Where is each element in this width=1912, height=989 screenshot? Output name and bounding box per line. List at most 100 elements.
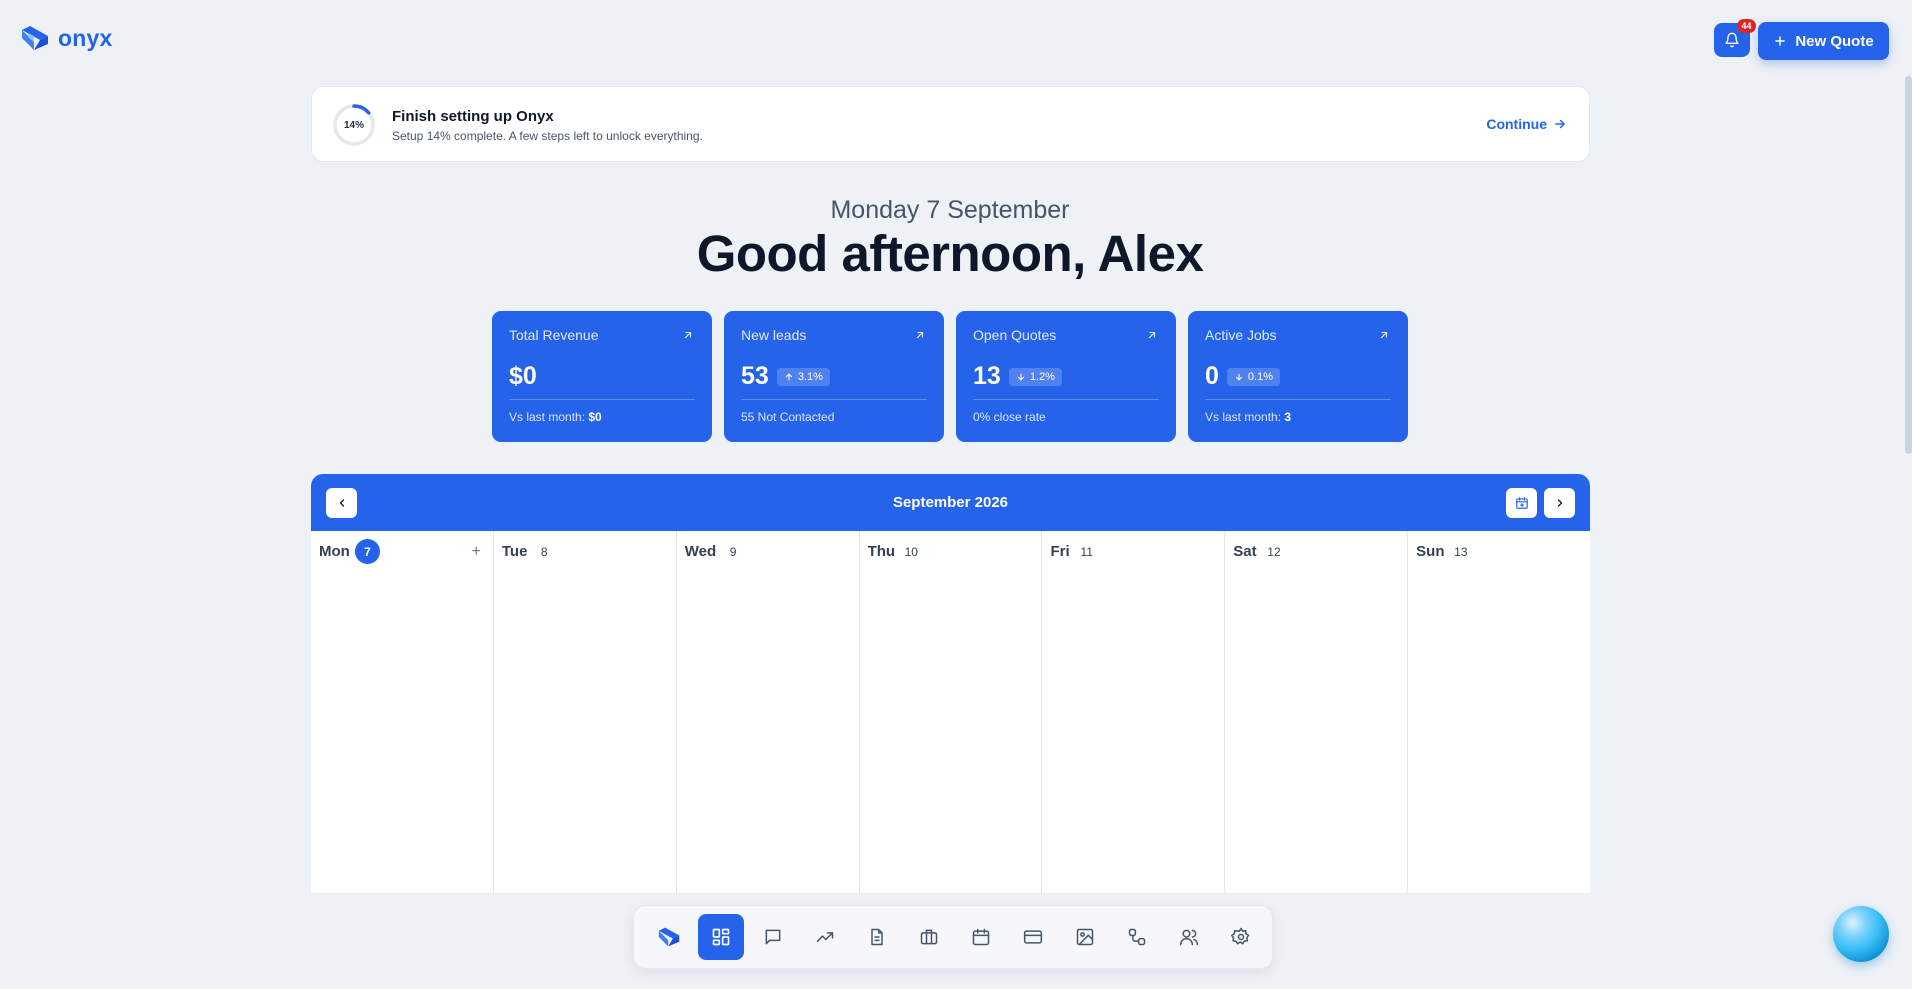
setup-percent: 14% xyxy=(343,119,364,131)
day-number: 10 xyxy=(904,545,918,559)
day-number: 8 xyxy=(540,545,548,559)
stat-change-badge: 1.2% xyxy=(1008,367,1062,386)
day-column-thu[interactable]: Thu 10 xyxy=(860,531,1043,893)
stat-value: $0 xyxy=(509,362,537,390)
assistant-orb-button[interactable] xyxy=(1833,906,1889,962)
stat-divider xyxy=(1205,399,1391,400)
stat-divider xyxy=(741,399,927,400)
pick-date-button[interactable] xyxy=(1506,488,1537,518)
greeting-headline: Good afternoon, Alex xyxy=(696,225,1204,282)
stat-card-new-leads[interactable]: New leads 53 3.1% 55 Not Contacted xyxy=(724,311,944,442)
stat-card-open-quotes[interactable]: Open Quotes 13 1.2% 0% close rate xyxy=(956,311,1176,442)
chevron-right-icon xyxy=(1557,499,1562,507)
dock-item-jobs[interactable] xyxy=(906,914,952,960)
calendar-header: September 2026 xyxy=(311,474,1590,531)
stat-label: Total Revenue xyxy=(509,327,599,343)
day-name: Tue xyxy=(501,543,528,560)
arrow-up-icon xyxy=(785,372,792,380)
continue-label: Continue xyxy=(1486,116,1547,132)
dock-item-team[interactable] xyxy=(1166,914,1212,960)
stat-card-active-jobs[interactable]: Active Jobs 0 0.1% Vs last month: 3 xyxy=(1188,311,1408,442)
new-quote-button[interactable]: New Quote xyxy=(1758,22,1889,60)
stat-label: Open Quotes xyxy=(973,327,1057,343)
logo-icon xyxy=(658,927,680,947)
stat-divider xyxy=(973,399,1159,400)
arrow-up-right-icon xyxy=(684,331,692,339)
today-date-badge: 7 xyxy=(355,539,380,564)
dock-item-analytics[interactable] xyxy=(802,914,848,960)
day-number: 13 xyxy=(1454,545,1468,559)
dock-item-workflows[interactable] xyxy=(1114,914,1160,960)
day-name: Fri xyxy=(1050,543,1070,560)
stat-footnote: Vs last month: $0 xyxy=(509,410,602,424)
image-icon xyxy=(1076,928,1094,946)
day-column-sat[interactable]: Sat 12 xyxy=(1225,531,1409,893)
chat-icon xyxy=(765,929,781,945)
stat-card-total-revenue[interactable]: Total Revenue $0 Vs last month: $0 xyxy=(492,311,712,442)
calendar-plus-icon xyxy=(1515,497,1528,509)
arrow-up-right-icon xyxy=(1148,331,1156,339)
dock-item-home[interactable] xyxy=(646,914,692,960)
plus-icon xyxy=(1775,36,1786,46)
day-column-mon[interactable]: Mon 7 + xyxy=(311,531,494,893)
stat-value: 53 xyxy=(741,362,769,390)
users-icon xyxy=(1179,929,1199,946)
day-name: Mon xyxy=(319,543,350,560)
dock-item-calendar[interactable] xyxy=(958,914,1004,960)
week-calendar: September 2026 Mon 7 + Tue 8 Wed 9 Thu 1… xyxy=(311,474,1590,893)
setup-progress-ring: 14% xyxy=(332,103,376,147)
day-column-fri[interactable]: Fri 11 xyxy=(1042,531,1226,893)
day-column-tue[interactable]: Tue 8 xyxy=(494,531,677,893)
arrow-right-icon xyxy=(1555,119,1565,129)
page-scrollbar[interactable] xyxy=(1905,76,1912,454)
new-quote-label: New Quote xyxy=(1795,32,1874,50)
briefcase-icon xyxy=(920,929,938,945)
stat-label: New leads xyxy=(741,327,807,343)
dock-item-documents[interactable] xyxy=(854,914,900,960)
day-column-sun[interactable]: Sun 13 xyxy=(1408,531,1590,893)
day-name: Wed xyxy=(684,543,717,560)
brand-name: onyx xyxy=(58,24,113,51)
calendar-month-title: September 2026 xyxy=(892,494,1009,511)
onyx-logo-icon xyxy=(22,26,48,50)
next-week-button[interactable] xyxy=(1544,488,1575,518)
day-name: Sun xyxy=(1416,543,1445,560)
calendar-icon xyxy=(972,928,990,946)
dock-item-messages[interactable] xyxy=(750,914,796,960)
app-logo[interactable]: onyx xyxy=(20,24,112,52)
stat-change-badge: 3.1% xyxy=(776,367,830,386)
bottom-dock xyxy=(633,905,1273,969)
notifications-button[interactable]: 44 xyxy=(1714,19,1756,57)
document-icon xyxy=(871,928,883,946)
add-event-button[interactable]: + xyxy=(472,543,481,561)
stat-change-badge: 0.1% xyxy=(1226,367,1280,386)
calendar-days: Mon 7 + Tue 8 Wed 9 Thu 10 Fri 11 Sat 12… xyxy=(311,531,1590,893)
arrow-up-right-icon xyxy=(1380,331,1388,339)
arrow-down-icon xyxy=(1017,373,1024,381)
dock-item-payments[interactable] xyxy=(1010,914,1056,960)
stat-divider xyxy=(509,399,695,400)
stats-row: Total Revenue $0 Vs last month: $0 New l… xyxy=(492,311,1408,442)
dock-item-dashboard[interactable] xyxy=(698,914,744,960)
bell-icon xyxy=(1725,32,1739,48)
dock-item-gallery[interactable] xyxy=(1062,914,1108,960)
arrow-down-icon xyxy=(1235,373,1242,381)
stat-value: 0 xyxy=(1205,362,1219,390)
arrow-up-right-icon xyxy=(916,331,924,339)
trending-icon xyxy=(816,932,834,942)
day-number: 12 xyxy=(1267,545,1281,559)
day-number: 11 xyxy=(1080,545,1093,559)
setup-title: Finish setting up Onyx xyxy=(392,108,554,125)
day-column-wed[interactable]: Wed 9 xyxy=(677,531,860,893)
continue-link[interactable]: Continue xyxy=(1486,116,1567,132)
setup-subtitle: Setup 14% complete. A few steps left to … xyxy=(392,129,703,143)
day-name: Sat xyxy=(1233,543,1257,560)
dock-item-settings[interactable] xyxy=(1218,914,1264,960)
workflow-icon xyxy=(1128,928,1146,946)
stat-footnote: 55 Not Contacted xyxy=(741,410,835,424)
stat-footnote: Vs last month: 3 xyxy=(1205,410,1292,424)
stat-value: 13 xyxy=(973,362,1001,390)
credit-card-icon xyxy=(1023,930,1043,944)
current-date: Monday 7 September xyxy=(830,196,1070,224)
setup-progress-card: 14% Finish setting up Onyx Setup 14% com… xyxy=(311,86,1590,162)
